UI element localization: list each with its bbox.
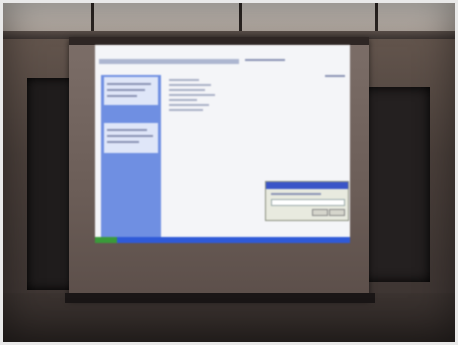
dialog-window — [265, 181, 349, 221]
file-item — [169, 109, 203, 111]
ceiling-panels — [3, 3, 455, 33]
task-pane — [101, 75, 161, 241]
dialog-text — [271, 193, 321, 195]
dialog-button — [329, 209, 345, 216]
screen-bottom-bar — [65, 293, 375, 303]
dialog-field — [271, 199, 345, 206]
address-bar — [99, 59, 239, 64]
photo — [3, 3, 455, 342]
task-pane-text — [107, 129, 147, 131]
file-item — [169, 104, 209, 106]
task-pane-text — [107, 135, 153, 137]
file-item — [169, 79, 199, 81]
file-item — [169, 89, 205, 91]
screen-roller — [69, 37, 369, 45]
file-item — [169, 94, 215, 96]
start-button — [95, 237, 117, 243]
task-pane-text — [107, 95, 137, 97]
dialog-titlebar — [266, 182, 348, 189]
task-pane-box — [104, 77, 158, 105]
task-pane-box — [104, 123, 158, 153]
projected-desktop — [95, 45, 350, 243]
task-pane-text — [107, 141, 139, 143]
task-pane-text — [107, 83, 151, 85]
menu-text — [245, 59, 285, 61]
taskbar — [95, 237, 350, 243]
wall-panel-right — [360, 87, 430, 282]
toolbar-text — [325, 75, 345, 77]
file-item — [169, 84, 211, 86]
file-item — [169, 99, 197, 101]
task-pane-text — [107, 89, 145, 91]
dialog-button — [312, 209, 328, 216]
